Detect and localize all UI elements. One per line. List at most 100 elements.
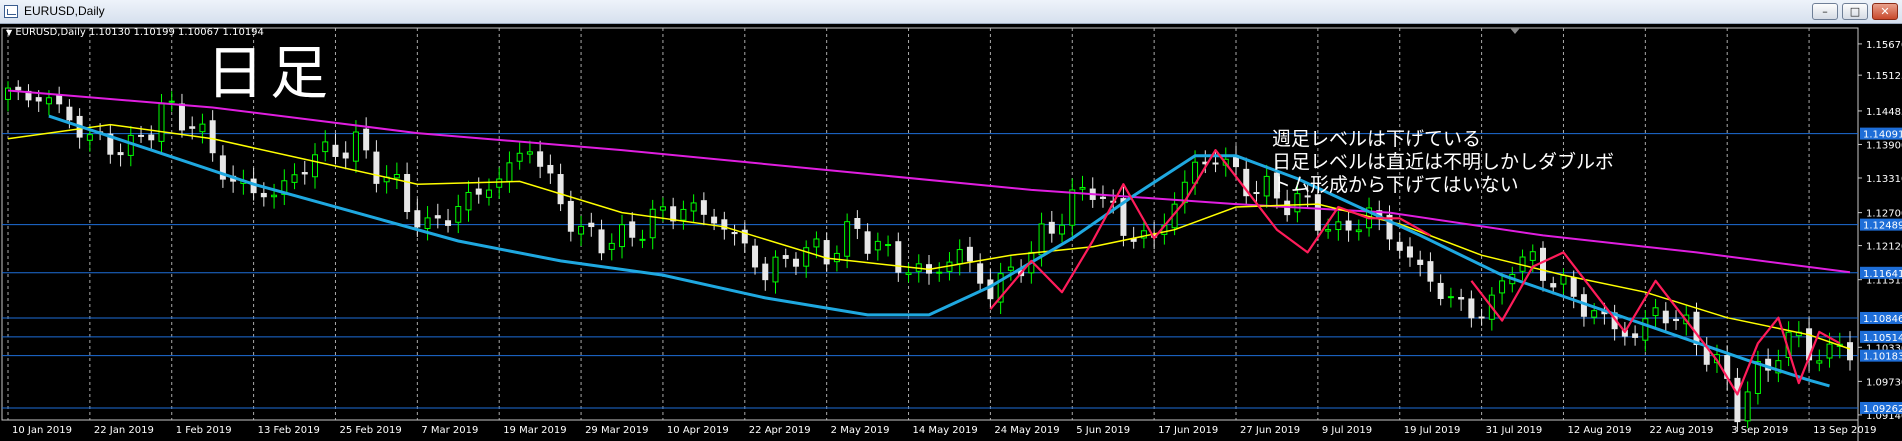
candle-body: [1038, 223, 1045, 256]
candle-body: [1478, 316, 1485, 319]
candle-body: [578, 225, 585, 235]
x-tick-label: 10 Jan 2019: [12, 425, 72, 436]
chart-area[interactable]: 10 Jan 2019 22 Jan 2019 1 Feb 2019 13 Feb 2…: [0, 24, 1902, 441]
candle-body: [608, 242, 615, 250]
candle-body: [833, 252, 840, 263]
note-line: 週足レベルは下げている: [1272, 128, 1482, 150]
x-tick-label: 13 Sep 2019: [1813, 425, 1876, 436]
candle-body: [547, 164, 554, 174]
candle-body: [86, 134, 93, 141]
candle-body: [1069, 189, 1076, 226]
candle-body: [813, 238, 820, 248]
price-level-label: 1.09262: [1863, 404, 1902, 415]
candle-body: [803, 247, 810, 267]
close-button[interactable]: ✕: [1872, 3, 1898, 20]
y-tick-label: 1.12700: [1866, 209, 1902, 220]
candle-body: [352, 131, 359, 162]
y-tick-label: 1.13310: [1866, 174, 1902, 185]
y-tick-label: 1.13900: [1866, 140, 1902, 151]
candle-body: [1570, 277, 1577, 297]
candle-body: [178, 103, 185, 131]
candle-body: [1212, 162, 1219, 165]
analysis-note: 週足レベルは下げている 日足レベルは直近は不明しかしダブルボ トム形成から下げて…: [1272, 128, 1614, 197]
candle-body: [15, 86, 22, 91]
chart-window-icon: [4, 5, 18, 18]
candle-body: [404, 173, 411, 213]
candle-body: [291, 174, 298, 183]
candle-body: [823, 240, 830, 265]
candle-body: [639, 238, 646, 241]
candle-body: [629, 221, 636, 238]
x-tick-label: 19 Jul 2019: [1404, 425, 1461, 436]
candle-body: [987, 279, 994, 300]
restore-button[interactable]: □: [1842, 3, 1868, 20]
window-titlebar[interactable]: EURUSD,Daily – □ ✕: [0, 0, 1902, 24]
candle-body: [322, 141, 329, 153]
candle-body: [1847, 342, 1853, 361]
candle-body: [1079, 186, 1086, 190]
x-tick-label: 31 Jul 2019: [1486, 425, 1543, 436]
candle-body: [199, 123, 206, 133]
minimize-button[interactable]: –: [1812, 3, 1838, 20]
candle-body: [1816, 360, 1823, 364]
candle-body: [557, 174, 564, 205]
candle-body: [1673, 318, 1680, 322]
candle-body: [1693, 311, 1700, 346]
candle-body: [1314, 194, 1321, 231]
candle-body: [1325, 229, 1332, 232]
candle-body: [1458, 297, 1465, 300]
candle-body: [1744, 391, 1751, 422]
candle-body: [516, 152, 523, 162]
candle-body: [56, 94, 63, 105]
candle-body: [772, 256, 779, 283]
candle-body: [936, 271, 943, 274]
note-line: トム形成から下げてはいない: [1272, 174, 1519, 196]
candle-body: [66, 106, 73, 121]
candle-body: [271, 194, 278, 198]
candle-body: [475, 188, 482, 195]
candle-body: [537, 151, 544, 167]
candle-body: [332, 144, 339, 157]
candle-body: [956, 249, 963, 265]
candle-body: [1652, 307, 1659, 317]
note-line: 日足レベルは直近は不明しかしダブルボ: [1272, 151, 1615, 173]
candle-body: [690, 202, 697, 212]
candle-body: [1468, 298, 1475, 319]
candle-body: [588, 222, 595, 228]
candle-body: [1233, 156, 1239, 168]
y-tick-label: 1.09730: [1866, 377, 1902, 388]
symbol-ohlc-text: EURUSD,Daily 1.10130 1.10199 1.10067 1.1…: [15, 27, 264, 38]
candle-body: [506, 162, 513, 182]
x-tick-label: 12 Aug 2019: [1567, 425, 1631, 436]
x-tick-label: 7 Mar 2019: [421, 425, 478, 436]
candle-body: [752, 245, 759, 268]
candle-body: [1263, 175, 1270, 197]
candle-body: [1754, 360, 1761, 394]
candle-body: [1437, 282, 1444, 299]
candle-body: [312, 154, 318, 178]
candle-body: [1417, 259, 1424, 265]
candle-body: [895, 241, 902, 273]
candle-body: [117, 152, 124, 156]
price-level-label: 1.12489: [1863, 221, 1902, 232]
candle-body: [209, 120, 216, 154]
candle-body: [1355, 229, 1362, 233]
x-tick-label: 3 Sep 2019: [1731, 425, 1788, 436]
candle-body: [1540, 247, 1546, 281]
candle-body: [649, 208, 656, 239]
x-tick-label: 22 Apr 2019: [749, 425, 811, 436]
candle-body: [977, 263, 984, 284]
candle-body: [854, 218, 861, 229]
candle-body: [1550, 283, 1557, 288]
candle-body: [35, 97, 42, 102]
y-tick-label: 1.15670: [1866, 40, 1902, 51]
candle-body: [619, 224, 625, 248]
candle-body: [874, 240, 881, 251]
candle-body: [844, 221, 851, 257]
candle-body: [45, 97, 52, 105]
price-level-label: 1.10846: [1863, 314, 1902, 325]
candle-body: [301, 172, 308, 175]
collapse-triangle-icon[interactable]: ▼: [6, 28, 12, 37]
candle-body: [700, 200, 707, 215]
candle-body: [424, 217, 431, 230]
